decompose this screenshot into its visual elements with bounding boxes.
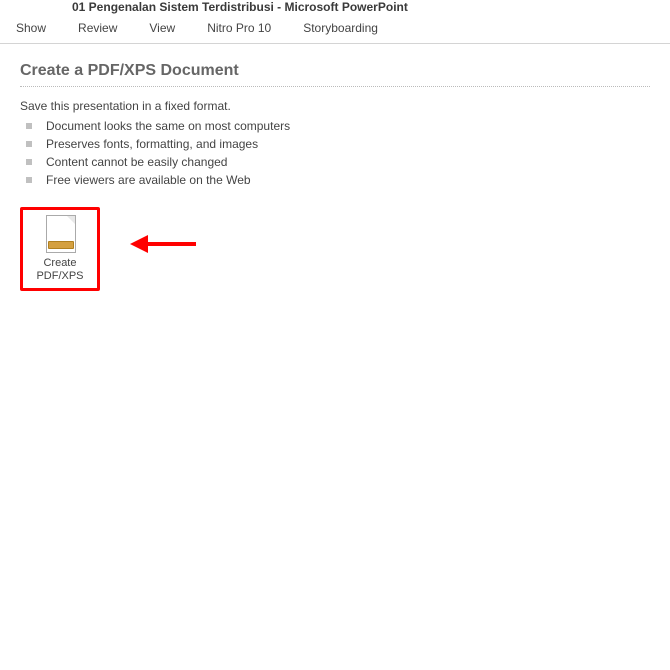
create-label-line2: PDF/XPS	[36, 270, 83, 282]
content-area: Create a PDF/XPS Document Save this pres…	[0, 44, 670, 309]
document-icon	[44, 215, 76, 253]
section-title: Create a PDF/XPS Document	[20, 62, 650, 84]
bullet-icon	[26, 123, 32, 129]
list-item: Content cannot be easily changed	[20, 155, 650, 169]
highlight-box: Create PDF/XPS	[20, 207, 100, 291]
divider	[20, 86, 650, 87]
tab-show[interactable]: Show	[0, 17, 62, 39]
list-item-text: Content cannot be easily changed	[46, 155, 227, 169]
feature-list: Document looks the same on most computer…	[20, 119, 650, 187]
create-button-label: Create PDF/XPS	[36, 257, 83, 282]
bullet-icon	[26, 141, 32, 147]
create-pdf-xps-button[interactable]: Create PDF/XPS	[27, 214, 93, 284]
list-item-text: Free viewers are available on the Web	[46, 173, 251, 187]
section-description: Save this presentation in a fixed format…	[20, 99, 650, 113]
create-button-container: Create PDF/XPS	[20, 207, 650, 291]
ribbon-tabs: Show Review View Nitro Pro 10 Storyboard…	[0, 17, 670, 44]
tab-storyboarding[interactable]: Storyboarding	[287, 17, 394, 39]
list-item-text: Document looks the same on most computer…	[46, 119, 290, 133]
list-item-text: Preserves fonts, formatting, and images	[46, 137, 258, 151]
create-label-line1: Create	[43, 257, 76, 269]
list-item: Preserves fonts, formatting, and images	[20, 137, 650, 151]
annotation-arrow	[130, 235, 196, 253]
bullet-icon	[26, 177, 32, 183]
list-item: Document looks the same on most computer…	[20, 119, 650, 133]
tab-nitro-pro[interactable]: Nitro Pro 10	[191, 17, 287, 39]
tab-view[interactable]: View	[133, 17, 191, 39]
tab-review[interactable]: Review	[62, 17, 133, 39]
bullet-icon	[26, 159, 32, 165]
window-title: 01 Pengenalan Sistem Terdistribusi - Mic…	[0, 0, 670, 17]
list-item: Free viewers are available on the Web	[20, 173, 650, 187]
